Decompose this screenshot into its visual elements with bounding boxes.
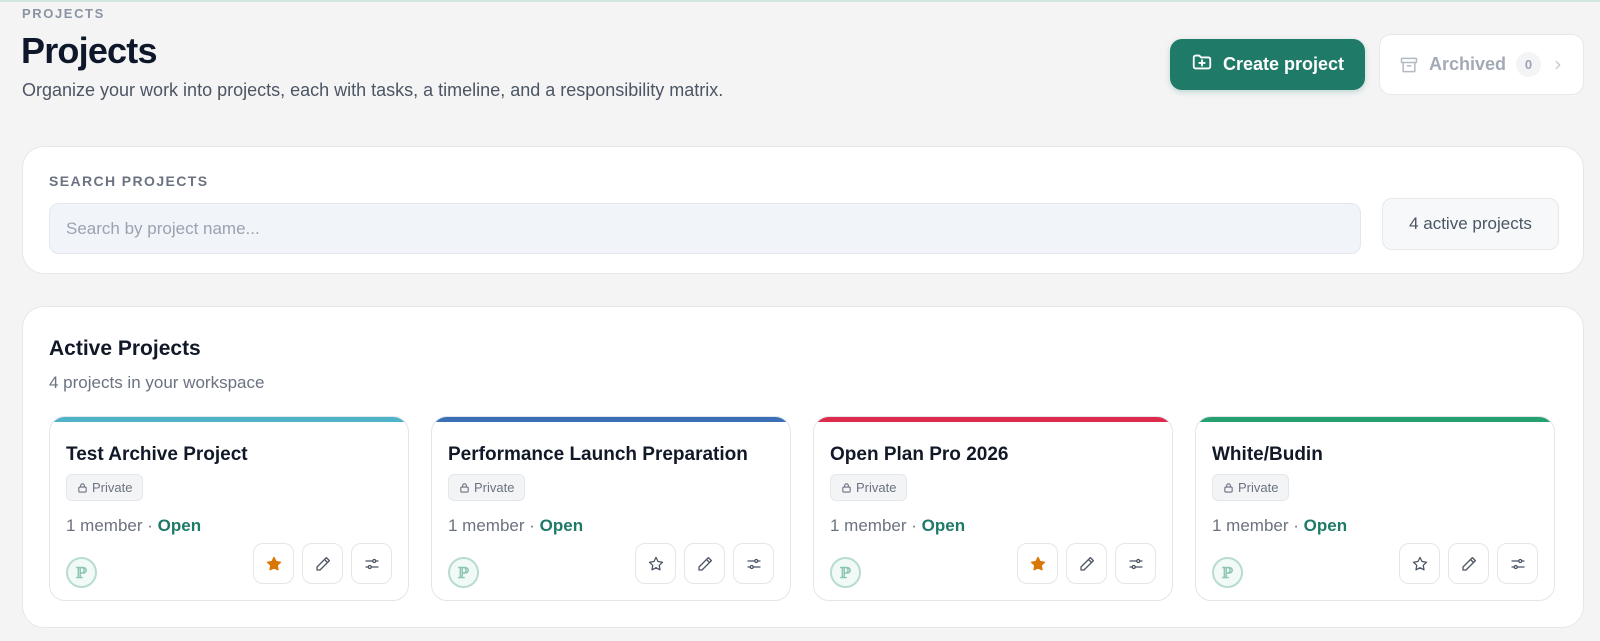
card-actions	[253, 543, 392, 584]
section-title: Active Projects	[49, 337, 201, 360]
meta-separator: ·	[147, 516, 158, 535]
search-label: SEARCH PROJECTS	[49, 173, 209, 189]
meta-separator: ·	[529, 516, 540, 535]
search-input[interactable]	[49, 203, 1361, 254]
member-count: 1 member	[830, 516, 907, 535]
search-panel: SEARCH PROJECTS 4 active projects	[22, 146, 1584, 274]
chevron-right-icon	[1551, 58, 1565, 72]
lock-icon	[1223, 482, 1234, 493]
sliders-icon	[363, 555, 381, 573]
project-color-stripe	[432, 417, 790, 422]
project-meta: 1 member · Open	[66, 516, 201, 536]
visibility-badge: Private	[830, 474, 908, 501]
card-actions	[635, 543, 774, 584]
visibility-badge: Private	[1212, 474, 1290, 501]
favorite-button[interactable]	[635, 543, 676, 584]
page-subtitle: Organize your work into projects, each w…	[22, 80, 724, 100]
visibility-label: Private	[92, 480, 133, 495]
settings-button[interactable]	[1115, 543, 1156, 584]
settings-button[interactable]	[1497, 543, 1538, 584]
edit-button[interactable]	[1448, 543, 1489, 584]
create-project-label: Create project	[1222, 54, 1345, 74]
visibility-badge: Private	[448, 474, 526, 501]
meta-separator: ·	[1293, 516, 1304, 535]
meta-separator: ·	[911, 516, 922, 535]
pencil-icon	[314, 555, 332, 573]
project-color-stripe	[814, 417, 1172, 422]
avatar: ℙ	[66, 557, 97, 588]
edit-button[interactable]	[1066, 543, 1107, 584]
favorite-button[interactable]	[1017, 543, 1058, 584]
project-color-stripe	[50, 417, 408, 422]
project-name: White/Budin	[1212, 444, 1323, 465]
project-status: Open	[1303, 516, 1348, 535]
pencil-icon	[1460, 555, 1478, 573]
project-name: Open Plan Pro 2026	[830, 444, 1009, 465]
visibility-label: Private	[856, 480, 897, 495]
create-project-button[interactable]: Create project	[1170, 39, 1365, 90]
pencil-icon	[696, 555, 714, 573]
avatar: ℙ	[1212, 557, 1243, 588]
breadcrumb: PROJECTS	[22, 6, 105, 21]
star-icon	[1411, 555, 1429, 573]
lock-icon	[77, 482, 88, 493]
lock-icon	[459, 482, 470, 493]
project-status: Open	[921, 516, 966, 535]
settings-button[interactable]	[733, 543, 774, 584]
project-card[interactable]: White/Budin Private 1 member · Open ℙ	[1195, 416, 1555, 601]
active-projects-count: 4 active projects	[1382, 198, 1559, 250]
project-meta: 1 member · Open	[448, 516, 583, 536]
card-actions	[1399, 543, 1538, 584]
favorite-button[interactable]	[1399, 543, 1440, 584]
section-subtitle: 4 projects in your workspace	[49, 373, 265, 392]
avatar: ℙ	[448, 557, 479, 588]
star-icon	[265, 555, 283, 573]
archived-label: Archived	[1429, 54, 1507, 74]
visibility-label: Private	[1238, 480, 1279, 495]
top-accent-line	[0, 0, 1600, 2]
avatar: ℙ	[830, 557, 861, 588]
project-meta: 1 member · Open	[1212, 516, 1347, 536]
edit-button[interactable]	[302, 543, 343, 584]
page-title: Projects	[21, 30, 157, 71]
member-count: 1 member	[66, 516, 143, 535]
folder-plus-icon	[1191, 51, 1213, 78]
visibility-badge: Private	[66, 474, 144, 501]
edit-button[interactable]	[684, 543, 725, 584]
star-icon	[1029, 555, 1047, 573]
member-count: 1 member	[448, 516, 525, 535]
active-projects-panel: Active Projects 4 projects in your works…	[22, 306, 1584, 628]
favorite-button[interactable]	[253, 543, 294, 584]
sliders-icon	[745, 555, 763, 573]
project-name: Test Archive Project	[66, 444, 248, 465]
project-card[interactable]: Test Archive Project Private 1 member · …	[49, 416, 409, 601]
member-count: 1 member	[1212, 516, 1289, 535]
project-card[interactable]: Performance Launch Preparation Private 1…	[431, 416, 791, 601]
archived-projects-button[interactable]: Archived 0	[1379, 34, 1584, 95]
sliders-icon	[1509, 555, 1527, 573]
lock-icon	[841, 482, 852, 493]
sliders-icon	[1127, 555, 1145, 573]
settings-button[interactable]	[351, 543, 392, 584]
archive-box-icon	[1399, 55, 1419, 75]
project-color-stripe	[1196, 417, 1554, 422]
card-actions	[1017, 543, 1156, 584]
project-name: Performance Launch Preparation	[448, 444, 748, 465]
project-status: Open	[539, 516, 584, 535]
visibility-label: Private	[474, 480, 515, 495]
project-status: Open	[157, 516, 202, 535]
project-card[interactable]: Open Plan Pro 2026 Private 1 member · Op…	[813, 416, 1173, 601]
star-icon	[647, 555, 665, 573]
project-meta: 1 member · Open	[830, 516, 965, 536]
pencil-icon	[1078, 555, 1096, 573]
archived-count-badge: 0	[1516, 52, 1542, 77]
